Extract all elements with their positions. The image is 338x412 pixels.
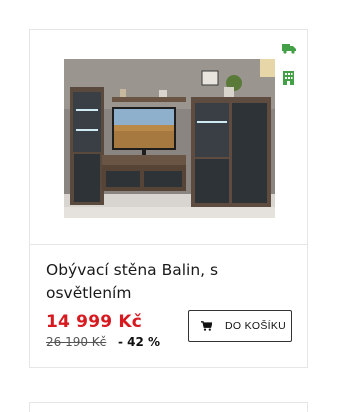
current-price: 14 999 Kč [46,312,143,332]
next-product-card[interactable] [29,402,308,412]
discount-badge: - 42 % [118,335,161,349]
add-to-cart-button[interactable]: DO KOŠÍKU [188,310,292,342]
product-image[interactable] [64,59,275,218]
add-to-cart-label: DO KOŠÍKU [225,320,287,332]
truck-icon [282,44,296,54]
product-card[interactable]: Obývací stěna Balin, s osvětlením 14 999… [29,29,308,368]
product-image-area[interactable] [30,30,307,244]
shopping-cart-icon [201,321,212,331]
original-price: 26 190 Kč [46,335,107,349]
product-title[interactable]: Obývací stěna Balin, s osvětlením [46,259,296,305]
store-building-icon [283,71,294,85]
card-divider [30,244,307,245]
